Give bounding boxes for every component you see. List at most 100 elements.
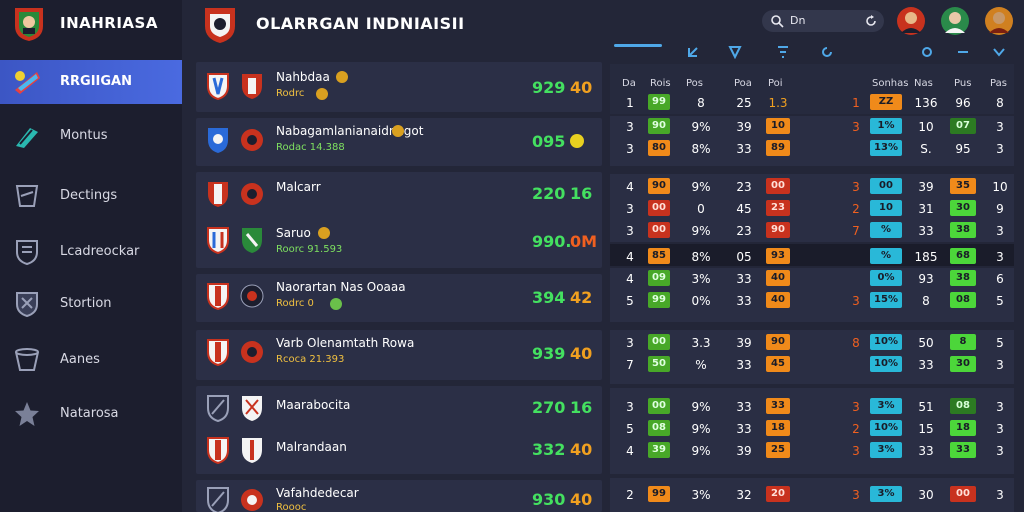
- table-cell: 00: [648, 334, 670, 350]
- sidebar-item-montus[interactable]: Montus: [0, 114, 182, 158]
- table-cell: 3: [996, 422, 1004, 436]
- sidebar-item-label: Natarosa: [60, 406, 119, 421]
- table-cell: 50: [918, 336, 934, 350]
- sidebar-item-aanes[interactable]: Aanes: [0, 338, 182, 382]
- league-logo-icon: [205, 8, 235, 43]
- table-cell: 18: [766, 420, 790, 436]
- table-cell: 99: [648, 486, 670, 502]
- refresh-icon[interactable]: [820, 45, 834, 59]
- table-cell: 3: [626, 120, 634, 134]
- match-score: 939: [532, 344, 566, 363]
- match-card[interactable]: Varb Olenamtath Rowa Rcoca 21.393 939 40: [196, 330, 602, 380]
- table-cell: 3: [852, 180, 860, 194]
- match-card[interactable]: Nahbdaa Rodrc 929 40: [196, 62, 602, 112]
- sidebar-item-stortion[interactable]: Stortion: [0, 282, 182, 326]
- match-card[interactable]: Maarabocita 270 16 Malrandaan 332 40: [196, 386, 602, 474]
- table-cell: 3: [626, 336, 634, 350]
- table-cell: 40: [766, 270, 790, 286]
- table-cell: 32: [736, 488, 752, 502]
- team-crest-icon: [207, 283, 229, 310]
- bucket-icon: [15, 348, 39, 371]
- table-cell: 00: [766, 178, 790, 194]
- star-badge-icon: [318, 227, 330, 239]
- column-header: Da: [622, 78, 636, 89]
- table-cell: 8: [996, 96, 1004, 110]
- table-cell: 9%: [691, 422, 711, 436]
- table-cell: 30: [950, 200, 976, 216]
- table-cell: 3: [626, 142, 634, 156]
- match-subtitle: Rodrc 0: [276, 298, 314, 309]
- team-crest-icon: [242, 228, 262, 253]
- match-odds: 40: [570, 440, 593, 459]
- sidebar-item-label: Montus: [60, 128, 108, 143]
- match-odds: 40: [570, 490, 593, 509]
- search-input[interactable]: Dn: [762, 10, 884, 32]
- column-header: Pos: [686, 78, 704, 89]
- match-title: Naorartan Nas Ooaaa: [276, 280, 406, 294]
- filter-icon[interactable]: [776, 45, 790, 59]
- match-card[interactable]: Malcarr 220 16 Saruo Roorc 91.593 990. 0…: [196, 172, 602, 268]
- match-score: 929: [532, 78, 566, 97]
- team-crest-icon: [242, 438, 262, 463]
- table-cell: 07: [950, 118, 976, 134]
- table-cell: 3: [852, 444, 860, 458]
- table-cell: %: [870, 222, 902, 238]
- team-crest-icon: [242, 74, 262, 99]
- table-cell: 8: [852, 336, 860, 350]
- table-cell: 3: [852, 488, 860, 502]
- chevron-down-icon[interactable]: [992, 45, 1006, 59]
- match-card[interactable]: Vafahdedecar Roooc 930 40: [196, 480, 602, 512]
- match-card[interactable]: Nabagamlanianaidnagot Rodac 14.388 095: [196, 118, 602, 166]
- table-cell: 09: [648, 270, 670, 286]
- table-cell: 08: [950, 292, 976, 308]
- team-crest-icon: [207, 395, 229, 422]
- table-cell: 3%: [691, 488, 711, 502]
- match-odds: 42: [570, 288, 593, 307]
- table-cell: 3: [852, 400, 860, 414]
- table-cell: 23: [736, 224, 752, 238]
- table-cell: 99: [648, 292, 670, 308]
- table-cell: 8: [950, 334, 976, 350]
- sidebar-item-dectings[interactable]: Dectings: [0, 174, 182, 218]
- match-card[interactable]: Naorartan Nas Ooaaa Rodrc 0 394 42: [196, 274, 602, 322]
- settings-icon[interactable]: [920, 45, 934, 59]
- table-cell: 8: [697, 96, 705, 110]
- table-cell: 08: [648, 420, 670, 436]
- table-cell: 33: [736, 142, 752, 156]
- warning-icon: [570, 134, 584, 148]
- table-cell: 93: [766, 248, 790, 264]
- star-badge-icon: [392, 125, 404, 137]
- sidebar-item-rrgiigan[interactable]: RRGIIGAN: [0, 60, 182, 104]
- sidebar-item-lcadreockar[interactable]: Lcadreockar: [0, 230, 182, 274]
- sort-icon[interactable]: [686, 45, 700, 59]
- table-cell: 39: [736, 120, 752, 134]
- table-cell: S.: [920, 142, 932, 156]
- avatar[interactable]: [984, 5, 1014, 37]
- minus-icon[interactable]: [956, 45, 970, 59]
- arrow-icon[interactable]: [728, 45, 742, 59]
- sidebar-item-label: Lcadreockar: [60, 244, 140, 259]
- table-cell: 3%: [870, 442, 902, 458]
- boot-icon: [16, 128, 38, 148]
- avatar[interactable]: [940, 5, 970, 37]
- avatar[interactable]: [896, 5, 926, 37]
- table-cell: 10: [870, 200, 902, 216]
- table-cell: 33: [736, 272, 752, 286]
- table-cell: 00: [870, 178, 902, 194]
- table-cell: 3: [852, 120, 860, 134]
- app-name: INAHRIASA: [60, 14, 158, 32]
- table-cell: 90: [766, 222, 790, 238]
- match-subtitle: Roorc 91.593: [276, 244, 343, 255]
- sidebar-item-natarosa[interactable]: Natarosa: [0, 392, 182, 436]
- team-crest-icon: [207, 227, 229, 254]
- table-cell: 31: [918, 202, 934, 216]
- table-cell: 0: [697, 202, 705, 216]
- column-header: Poa: [734, 78, 752, 89]
- column-header: Poi: [768, 78, 783, 89]
- tab-active-indicator[interactable]: [614, 44, 662, 47]
- match-odds: 16: [570, 184, 593, 203]
- refresh-icon[interactable]: [864, 14, 878, 28]
- table-cell: 33: [766, 398, 790, 414]
- table-cell: 8%: [691, 250, 711, 264]
- table-cell: 33: [918, 358, 934, 372]
